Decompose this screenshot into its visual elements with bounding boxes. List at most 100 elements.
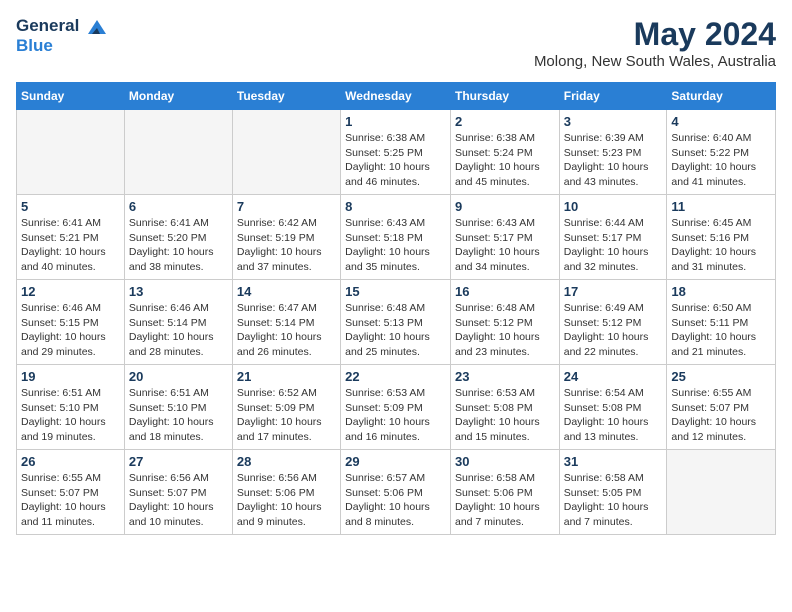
day-number: 6 — [129, 199, 228, 214]
day-number: 4 — [671, 114, 771, 129]
location-text: Molong, New South Wales, Australia — [534, 53, 776, 70]
calendar-cell — [17, 110, 125, 195]
day-number: 14 — [237, 284, 336, 299]
day-number: 20 — [129, 369, 228, 384]
weekday-header-thursday: Thursday — [450, 83, 559, 110]
day-info: Sunrise: 6:43 AMSunset: 5:18 PMDaylight:… — [345, 216, 446, 275]
calendar-cell: 26Sunrise: 6:55 AMSunset: 5:07 PMDayligh… — [17, 450, 125, 535]
day-info: Sunrise: 6:41 AMSunset: 5:20 PMDaylight:… — [129, 216, 228, 275]
day-number: 26 — [21, 454, 120, 469]
calendar-cell: 6 Sunrise: 6:41 AMSunset: 5:20 PMDaylight… — [124, 195, 232, 280]
calendar-cell: 4 Sunrise: 6:40 AMSunset: 5:22 PMDaylight… — [667, 110, 776, 195]
calendar-cell: 12Sunrise: 6:46 AMSunset: 5:15 PMDayligh… — [17, 280, 125, 365]
calendar-cell: 29 Sunrise: 6:57 AMSunset: 5:06 PMDayligh… — [341, 450, 451, 535]
day-info: Sunrise: 6:55 AMSunset: 5:07 PMDaylight:… — [671, 386, 771, 445]
calendar-cell: 17 Sunrise: 6:49 AMSunset: 5:12 PMDayligh… — [559, 280, 667, 365]
calendar-week-row: 19 Sunrise: 6:51 AMSunset: 5:10 PMDayligh… — [17, 365, 776, 450]
day-number: 22 — [345, 369, 446, 384]
calendar-cell: 28 Sunrise: 6:56 AMSunset: 5:06 PMDayligh… — [232, 450, 340, 535]
day-info: Sunrise: 6:56 AMSunset: 5:07 PMDaylight:… — [129, 471, 228, 530]
day-number: 28 — [237, 454, 336, 469]
calendar-cell: 23Sunrise: 6:53 AMSunset: 5:08 PMDayligh… — [450, 365, 559, 450]
day-info: Sunrise: 6:40 AMSunset: 5:22 PMDaylight:… — [671, 131, 771, 190]
day-number: 5 — [21, 199, 120, 214]
day-number: 7 — [237, 199, 336, 214]
day-info: Sunrise: 6:46 AMSunset: 5:14 PMDaylight:… — [129, 301, 228, 360]
day-info: Sunrise: 6:52 AMSunset: 5:09 PMDaylight:… — [237, 386, 336, 445]
day-info: Sunrise: 6:50 AMSunset: 5:11 PMDaylight:… — [671, 301, 771, 360]
calendar-cell: 5Sunrise: 6:41 AMSunset: 5:21 PMDaylight… — [17, 195, 125, 280]
day-number: 10 — [564, 199, 663, 214]
day-info: Sunrise: 6:56 AMSunset: 5:06 PMDaylight:… — [237, 471, 336, 530]
calendar-cell: 30 Sunrise: 6:58 AMSunset: 5:06 PMDayligh… — [450, 450, 559, 535]
calendar-cell: 3Sunrise: 6:39 AMSunset: 5:23 PMDaylight… — [559, 110, 667, 195]
day-info: Sunrise: 6:53 AMSunset: 5:09 PMDaylight:… — [345, 386, 446, 445]
day-number: 27 — [129, 454, 228, 469]
logo-text: General Blue — [16, 16, 108, 55]
day-info: Sunrise: 6:47 AMSunset: 5:14 PMDaylight:… — [237, 301, 336, 360]
calendar-cell: 27 Sunrise: 6:56 AMSunset: 5:07 PMDayligh… — [124, 450, 232, 535]
day-info: Sunrise: 6:38 AMSunset: 5:25 PMDaylight:… — [345, 131, 446, 190]
calendar-cell: 25Sunrise: 6:55 AMSunset: 5:07 PMDayligh… — [667, 365, 776, 450]
day-number: 29 — [345, 454, 446, 469]
day-number: 16 — [455, 284, 555, 299]
month-year-title: May 2024 — [534, 16, 776, 53]
calendar-week-row: 5Sunrise: 6:41 AMSunset: 5:21 PMDaylight… — [17, 195, 776, 280]
day-number: 2 — [455, 114, 555, 129]
calendar-cell: 19 Sunrise: 6:51 AMSunset: 5:10 PMDayligh… — [17, 365, 125, 450]
calendar-cell — [232, 110, 340, 195]
day-number: 21 — [237, 369, 336, 384]
weekday-header-tuesday: Tuesday — [232, 83, 340, 110]
calendar-cell: 1 Sunrise: 6:38 AMSunset: 5:25 PMDaylight… — [341, 110, 451, 195]
calendar-cell: 9 Sunrise: 6:43 AMSunset: 5:17 PMDaylight… — [450, 195, 559, 280]
weekday-header-wednesday: Wednesday — [341, 83, 451, 110]
day-info: Sunrise: 6:51 AMSunset: 5:10 PMDaylight:… — [129, 386, 228, 445]
calendar-table: SundayMondayTuesdayWednesdayThursdayFrid… — [16, 82, 776, 535]
day-number: 30 — [455, 454, 555, 469]
day-number: 8 — [345, 199, 446, 214]
day-info: Sunrise: 6:43 AMSunset: 5:17 PMDaylight:… — [455, 216, 555, 275]
day-number: 12 — [21, 284, 120, 299]
title-block: May 2024 Molong, New South Wales, Austra… — [534, 16, 776, 70]
day-number: 3 — [564, 114, 663, 129]
calendar-cell: 31Sunrise: 6:58 AMSunset: 5:05 PMDayligh… — [559, 450, 667, 535]
weekday-header-monday: Monday — [124, 83, 232, 110]
logo: General Blue — [16, 16, 108, 55]
day-info: Sunrise: 6:58 AMSunset: 5:06 PMDaylight:… — [455, 471, 555, 530]
day-number: 13 — [129, 284, 228, 299]
day-info: Sunrise: 6:53 AMSunset: 5:08 PMDaylight:… — [455, 386, 555, 445]
calendar-cell: 11Sunrise: 6:45 AMSunset: 5:16 PMDayligh… — [667, 195, 776, 280]
page-header: General Blue May 2024 Molong, New South … — [16, 16, 776, 70]
weekday-header-saturday: Saturday — [667, 83, 776, 110]
calendar-cell: 2 Sunrise: 6:38 AMSunset: 5:24 PMDaylight… — [450, 110, 559, 195]
day-info: Sunrise: 6:58 AMSunset: 5:05 PMDaylight:… — [564, 471, 663, 530]
day-info: Sunrise: 6:51 AMSunset: 5:10 PMDaylight:… — [21, 386, 120, 445]
day-info: Sunrise: 6:57 AMSunset: 5:06 PMDaylight:… — [345, 471, 446, 530]
calendar-cell: 22 Sunrise: 6:53 AMSunset: 5:09 PMDayligh… — [341, 365, 451, 450]
calendar-cell: 10 Sunrise: 6:44 AMSunset: 5:17 PMDayligh… — [559, 195, 667, 280]
day-number: 17 — [564, 284, 663, 299]
day-number: 11 — [671, 199, 771, 214]
calendar-cell: 16 Sunrise: 6:48 AMSunset: 5:12 PMDayligh… — [450, 280, 559, 365]
calendar-cell — [124, 110, 232, 195]
day-number: 15 — [345, 284, 446, 299]
day-info: Sunrise: 6:42 AMSunset: 5:19 PMDaylight:… — [237, 216, 336, 275]
calendar-week-row: 1 Sunrise: 6:38 AMSunset: 5:25 PMDaylight… — [17, 110, 776, 195]
day-number: 9 — [455, 199, 555, 214]
calendar-cell: 8 Sunrise: 6:43 AMSunset: 5:18 PMDaylight… — [341, 195, 451, 280]
day-info: Sunrise: 6:38 AMSunset: 5:24 PMDaylight:… — [455, 131, 555, 190]
calendar-cell: 20 Sunrise: 6:51 AMSunset: 5:10 PMDayligh… — [124, 365, 232, 450]
calendar-cell — [667, 450, 776, 535]
weekday-header-sunday: Sunday — [17, 83, 125, 110]
calendar-week-row: 12Sunrise: 6:46 AMSunset: 5:15 PMDayligh… — [17, 280, 776, 365]
logo-icon — [86, 18, 108, 36]
weekday-header-friday: Friday — [559, 83, 667, 110]
day-number: 1 — [345, 114, 446, 129]
calendar-cell: 13 Sunrise: 6:46 AMSunset: 5:14 PMDayligh… — [124, 280, 232, 365]
day-info: Sunrise: 6:48 AMSunset: 5:12 PMDaylight:… — [455, 301, 555, 360]
day-info: Sunrise: 6:44 AMSunset: 5:17 PMDaylight:… — [564, 216, 663, 275]
weekday-header-row: SundayMondayTuesdayWednesdayThursdayFrid… — [17, 83, 776, 110]
calendar-cell: 15Sunrise: 6:48 AMSunset: 5:13 PMDayligh… — [341, 280, 451, 365]
day-info: Sunrise: 6:49 AMSunset: 5:12 PMDaylight:… — [564, 301, 663, 360]
day-number: 19 — [21, 369, 120, 384]
